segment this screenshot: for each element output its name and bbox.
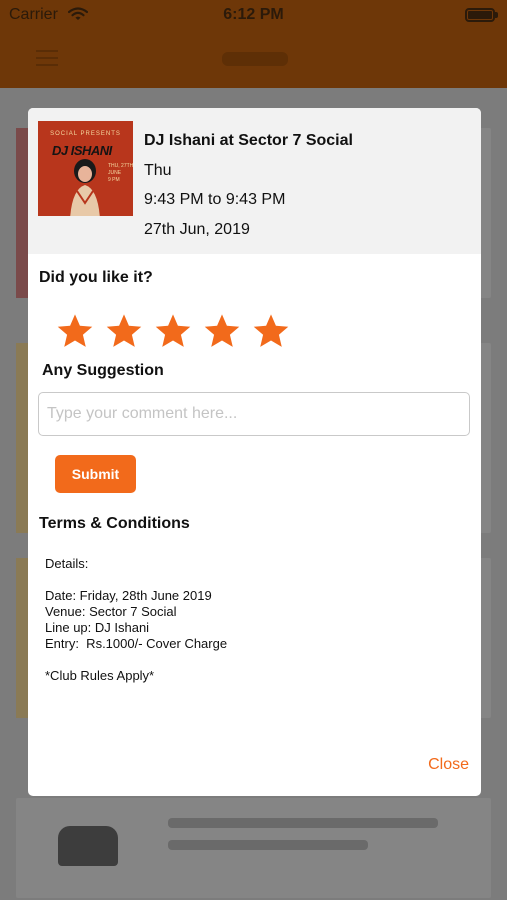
- event-time-range: 9:43 PM to 9:43 PM: [144, 191, 286, 208]
- status-bar: Carrier 6:12 PM: [0, 0, 507, 30]
- terms-title: Terms & Conditions: [39, 515, 190, 532]
- event-poster: SOCIAL PRESENTS DJ ISHANI THU, 27TH JUNE…: [38, 121, 133, 216]
- terms-line: Details:: [45, 556, 89, 571]
- app-header: [0, 30, 507, 88]
- star-icon[interactable]: [203, 312, 241, 350]
- status-time: 6:12 PM: [223, 6, 284, 23]
- close-button[interactable]: Close: [428, 756, 469, 774]
- battery-icon: [465, 8, 495, 22]
- poster-subtitle: SOCIAL PRESENTS: [50, 131, 121, 137]
- terms-line: Venue: Sector 7 Social: [45, 604, 177, 619]
- submit-button[interactable]: Submit: [55, 455, 136, 493]
- terms-line: Date: Friday, 28th June 2019: [45, 588, 212, 603]
- event-summary: SOCIAL PRESENTS DJ ISHANI THU, 27TH JUNE…: [28, 108, 481, 254]
- battery-tip: [495, 12, 498, 18]
- suggestion-label: Any Suggestion: [42, 362, 164, 379]
- poster-date: THU, 27TH JUNE 9 PM: [108, 163, 133, 183]
- background-text-line: [168, 840, 368, 850]
- terms-line: [45, 652, 227, 668]
- menu-icon[interactable]: [36, 50, 58, 66]
- event-title: DJ Ishani at Sector 7 Social: [144, 132, 353, 149]
- rating-modal: SOCIAL PRESENTS DJ ISHANI THU, 27TH JUNE…: [28, 108, 481, 796]
- comment-input[interactable]: [38, 392, 470, 436]
- terms-body: Details: Date: Friday, 28th June 2019 Ve…: [45, 556, 227, 684]
- background-thumbnail: [58, 826, 118, 866]
- terms-line: [45, 572, 227, 588]
- poster-artist-figure: [70, 159, 100, 216]
- terms-line: Line up: DJ Ishani: [45, 620, 150, 635]
- star-icon[interactable]: [252, 312, 290, 350]
- terms-line: *Club Rules Apply*: [45, 668, 155, 683]
- star-icon[interactable]: [154, 312, 192, 350]
- background-text-line: [168, 818, 438, 828]
- poster-title: DJ ISHANI: [52, 143, 112, 158]
- terms-line: Entry: Rs.1000/- Cover Charge: [45, 636, 228, 651]
- event-day: Thu: [144, 162, 172, 179]
- star-icon[interactable]: [56, 312, 94, 350]
- header-title: [222, 52, 288, 66]
- event-date: 27th Jun, 2019: [144, 221, 250, 238]
- star-icon[interactable]: [105, 312, 143, 350]
- rating-question: Did you like it?: [39, 269, 153, 286]
